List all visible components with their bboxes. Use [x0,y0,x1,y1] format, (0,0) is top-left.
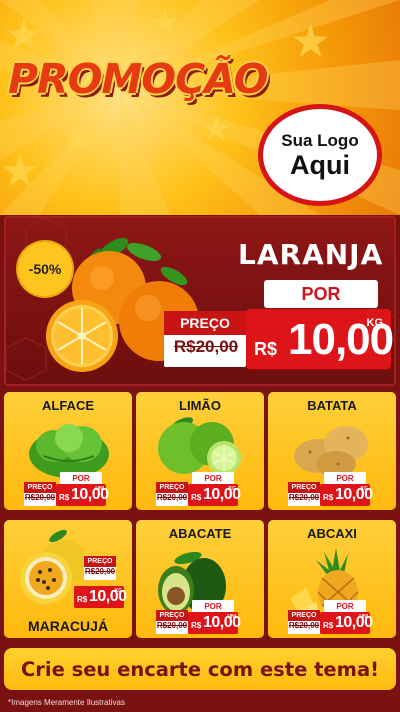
unit: KG [114,588,123,594]
discount-badge: -50% [18,242,72,296]
unit: UNI [227,614,236,620]
price-tag: R$ 10,00 KG [188,484,241,506]
preco-label: PREÇO [288,610,320,621]
star-icon: ★ [290,14,332,68]
star-icon: ★ [150,3,181,43]
unit: KG [360,486,369,492]
product-name: ALFACE [42,398,94,413]
currency: R$ [323,493,334,502]
cta-banner: Crie seu encarte com este tema! [4,648,396,690]
product-name: ABACATE [168,526,232,541]
featured-price-tag: R$ 10,00 KG [246,309,394,369]
logo-text-line2: Aqui [290,150,350,180]
currency: R$ [191,493,202,502]
price-tag: R$ 10,00 UNI [320,612,373,634]
featured-old-price-tag: PREÇO R$20,00 [164,311,246,367]
product-card: MARACUJÁ PREÇO R$20,00 R$ 10,00 KG [4,520,132,638]
preco-label: PREÇO [156,482,188,493]
logo-text-line1: Sua Logo [281,131,359,150]
star-icon: ★ [4,10,44,61]
old-price: R$20,00 [24,493,56,502]
product-card: ABCAXI PREÇO R$20,00 POR R$ 10,00 UNI [268,520,396,638]
currency: R$ [191,621,202,630]
featured-currency: R$ [254,339,278,359]
por-label: POR [324,600,366,612]
por-label: POR [324,472,366,484]
logo-placeholder: Sua Logo Aqui [258,104,382,206]
old-price-tag: PREÇO R$20,00 [156,610,188,634]
currency: R$ [59,493,70,502]
old-price: R$20,00 [156,493,188,502]
star-icon: ★ [0,146,40,197]
star-icon: ★ [200,109,233,150]
preco-label: PREÇO [84,556,116,567]
featured-unit: KG [366,317,384,329]
unit: KG [228,486,237,492]
por-label: POR [60,472,102,484]
old-price-tag: PREÇO R$20,00 [156,482,188,506]
old-price: R$20,00 [288,621,320,630]
price-tag: R$ 10,00 KG [74,586,127,608]
product-card: LIMÃO PREÇO R$20,00 POR R$ 10,00 KG [136,392,264,510]
old-price: R$20,00 [156,621,188,630]
preco-label: PREÇO [24,482,56,493]
old-price-tag: PREÇO R$20,00 [288,482,320,506]
star-icon: ★ [60,115,96,161]
old-price-tag: PREÇO R$20,00 [24,482,56,506]
preco-label: PREÇO [156,610,188,621]
page-title: PROMOÇÃO [8,55,269,103]
product-name: LIMÃO [179,398,221,413]
unit: UNI [95,486,104,492]
price-tag: R$ 10,00 UNI [188,612,241,634]
featured-por-label: POR [264,280,378,308]
product-image [154,414,246,480]
product-name: MARACUJÁ [27,618,109,634]
currency: R$ [323,621,334,630]
currency: R$ [77,595,88,604]
unit: UNI [359,614,368,620]
product-name: BATATA [307,398,357,413]
preco-label: PREÇO [288,482,320,493]
old-price: R$20,00 [288,493,320,502]
featured-product-card: -50% LARANJA POR PREÇO R$20,00 R$ 10,00 … [4,216,396,386]
price-tag: R$ 10,00 UNI [56,484,109,506]
old-price-tag: PREÇO R$20,00 [288,610,320,634]
product-name: ABCAXI [307,526,357,541]
price-tag: R$ 10,00 KG [320,484,373,506]
product-card: ABACATE PREÇO R$20,00 POR R$ 10,00 UNI [136,520,264,638]
old-price: R$20,00 [84,567,116,576]
featured-preco-label: PREÇO [164,311,246,335]
por-label: POR [192,600,234,612]
header-banner: ★ ★ ★ ★ ★ ★ PROMOÇÃO Sua Logo Aqui [0,0,400,215]
por-label: POR [192,472,234,484]
old-price-tag: PREÇO R$20,00 [84,556,116,580]
featured-old-price: R$20,00 [173,337,239,356]
disclaimer-text: *Imagens Meramente Ilustrativas [8,698,125,707]
product-card: ALFACE PREÇO R$20,00 POR R$ 10,00 UNI [4,392,132,510]
product-card: BATATA PREÇO R$20,00 POR R$ 10,00 KG [268,392,396,510]
featured-product-name: LARANJA [238,238,384,271]
